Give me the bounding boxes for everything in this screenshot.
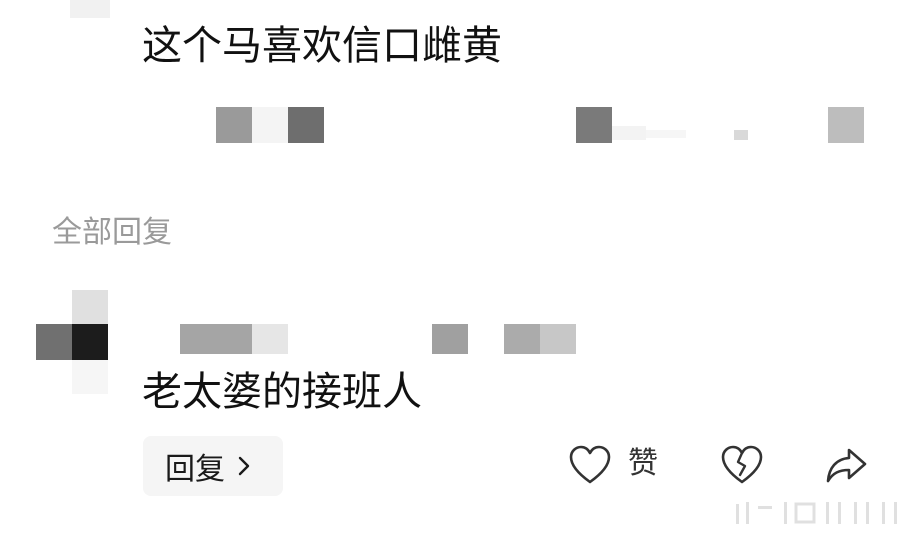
all-replies-label: 全部回复 bbox=[52, 215, 172, 250]
broken-heart-icon[interactable] bbox=[720, 444, 764, 486]
reply-button[interactable]: 回复 bbox=[143, 436, 283, 496]
like-label[interactable]: 赞 bbox=[628, 444, 658, 484]
chevron-right-icon bbox=[238, 456, 250, 476]
share-icon[interactable] bbox=[824, 444, 868, 486]
main-comment-text: 这个马喜欢信口雌黄 bbox=[142, 23, 502, 69]
watermark-graphic bbox=[736, 502, 897, 524]
heart-icon[interactable] bbox=[568, 444, 612, 486]
avatar-top-blur bbox=[70, 0, 110, 18]
reply-button-label: 回复 bbox=[165, 452, 225, 487]
reply-comment-text: 老太婆的接班人 bbox=[142, 369, 422, 415]
